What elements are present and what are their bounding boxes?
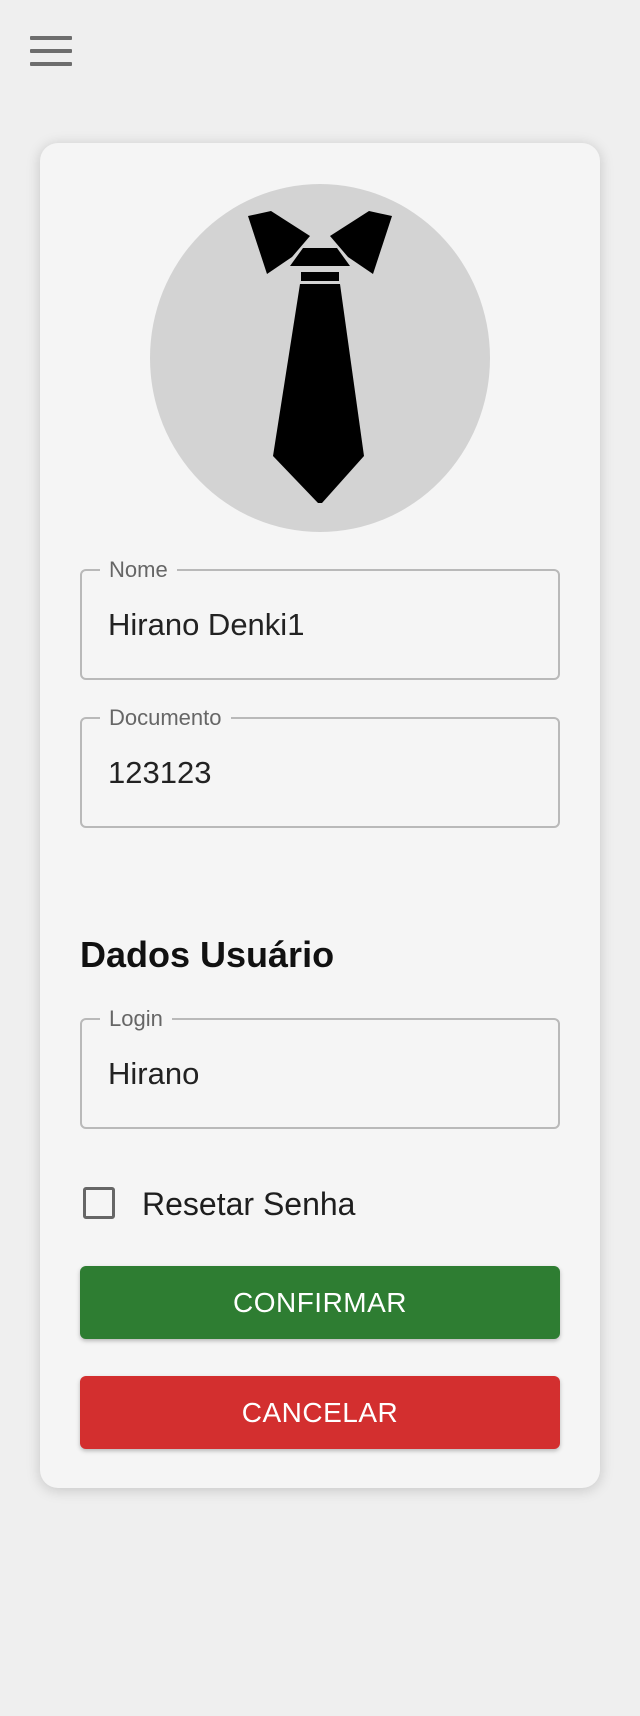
reset-password-checkbox[interactable]	[83, 1187, 115, 1219]
menu-button[interactable]	[26, 32, 72, 70]
login-input[interactable]	[108, 1052, 538, 1096]
documento-input[interactable]	[108, 751, 538, 795]
reset-password-label: Resetar Senha	[142, 1186, 356, 1222]
cancel-button[interactable]: CANCELAR	[80, 1376, 560, 1449]
nome-field[interactable]: Nome	[80, 556, 560, 680]
section-title: Dados Usuário	[80, 934, 335, 975]
reset-password-row[interactable]: Resetar Senha	[80, 1183, 560, 1229]
documento-field[interactable]: Documento	[80, 704, 560, 828]
necktie-icon	[248, 211, 392, 503]
user-edit-card: Nome Documento Dados Usuário Login Reset…	[40, 143, 600, 1488]
login-field[interactable]: Login	[80, 1005, 560, 1129]
confirm-button[interactable]: CONFIRMAR	[80, 1266, 560, 1339]
avatar	[150, 184, 490, 532]
login-label: Login	[100, 1005, 172, 1033]
nome-input[interactable]	[108, 603, 538, 647]
nome-label: Nome	[100, 556, 177, 584]
documento-label: Documento	[100, 704, 231, 732]
